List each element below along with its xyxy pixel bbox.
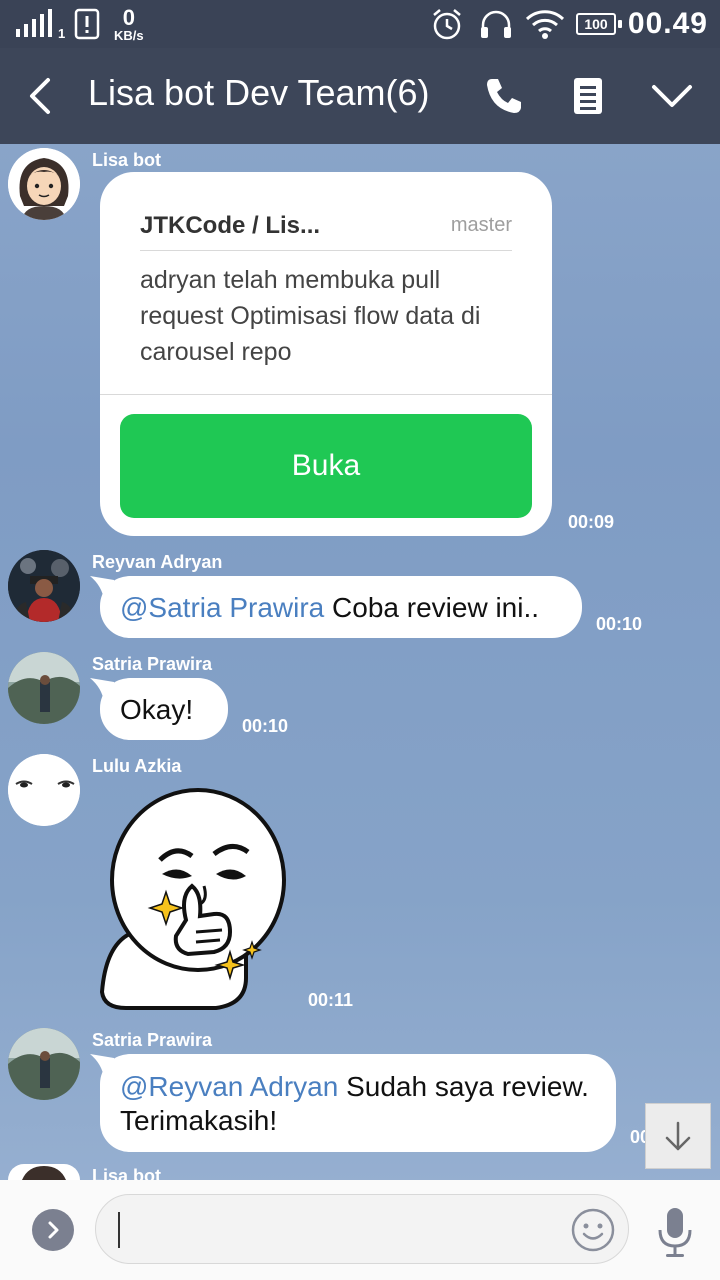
menu-dropdown-button[interactable] xyxy=(648,72,696,120)
message-text: Coba review ini.. xyxy=(324,592,540,623)
emoji-button[interactable] xyxy=(570,1207,616,1253)
message-time: 00:11 xyxy=(308,990,354,1010)
chat-title: Lisa bot Dev Team(6) xyxy=(88,72,430,113)
phone-icon xyxy=(487,79,521,113)
eyes-avatar-icon xyxy=(8,754,80,826)
chevron-left-icon xyxy=(30,78,50,114)
user-photo-icon xyxy=(8,652,80,724)
message-time: 00:10 xyxy=(242,716,289,736)
user-photo-icon xyxy=(8,550,80,622)
pull-request-card: JTKCode / Lis... master adryan telah mem… xyxy=(100,172,552,536)
avatar-lulu-azkia[interactable] xyxy=(8,754,80,826)
message-bubble[interactable]: Okay! xyxy=(100,678,228,740)
avatar-satria-prawira[interactable] xyxy=(8,1028,80,1100)
card-repo-name: JTKCode / Lis... xyxy=(140,212,321,239)
notification-alert-icon xyxy=(74,0,102,48)
message-input-bar xyxy=(0,1180,720,1280)
network-speed-unit: KB/s xyxy=(114,27,144,43)
voice-message-button[interactable] xyxy=(655,1204,695,1260)
sticker-icon xyxy=(99,788,286,1010)
sender-name: Reyvan Adryan xyxy=(92,552,223,572)
wifi-icon xyxy=(524,0,566,48)
headphones-icon xyxy=(478,0,514,48)
signal-icon: 1 xyxy=(14,0,65,48)
sender-name: Satria Prawira xyxy=(92,654,213,674)
thinking-face-sticker[interactable] xyxy=(96,782,296,1012)
signal-sim-number: 1 xyxy=(58,25,66,41)
text-cursor xyxy=(118,1212,120,1248)
sender-name: Lisa bot xyxy=(92,1166,162,1180)
battery-icon: 100 xyxy=(576,0,622,48)
call-button[interactable] xyxy=(480,72,528,120)
open-button[interactable]: Buka xyxy=(120,414,532,518)
scroll-to-bottom-button[interactable] xyxy=(645,1103,711,1169)
battery-level: 100 xyxy=(576,13,616,35)
sender-name: Lulu Azkia xyxy=(92,756,182,776)
chat-header: Lisa bot Dev Team(6) xyxy=(0,48,720,144)
sender-name: Satria Prawira xyxy=(92,1030,213,1050)
status-bar: 1 0 KB/s 100 00.49 xyxy=(0,0,720,48)
message-bubble[interactable]: @Reyvan Adryan Sudah saya review. Terima… xyxy=(100,1054,616,1152)
expand-toolbar-button[interactable] xyxy=(32,1209,74,1251)
network-speed-value: 0 xyxy=(122,4,135,30)
user-photo-icon xyxy=(8,1028,80,1100)
message-text: Okay! xyxy=(120,694,194,725)
card-message: adryan telah membuka pull request Optimi… xyxy=(140,266,481,366)
avatar-lisa-bot[interactable] xyxy=(8,1164,80,1180)
avatar-satria-prawira[interactable] xyxy=(8,652,80,724)
message-time: 00:09 xyxy=(568,512,615,532)
lisa-bot-avatar-icon xyxy=(22,1166,66,1180)
chevron-down-icon xyxy=(652,85,692,107)
card-branch-name: master xyxy=(450,214,512,236)
back-button[interactable] xyxy=(22,74,62,118)
network-speed: 0 KB/s xyxy=(114,4,144,44)
mention-link[interactable]: @Satria Prawira xyxy=(120,592,324,623)
alarm-icon xyxy=(430,0,464,48)
microphone-icon xyxy=(658,1208,692,1257)
chevron-right-icon xyxy=(48,1221,59,1239)
card-divider xyxy=(100,394,552,395)
avatar-lisa-bot[interactable] xyxy=(8,148,80,220)
mention-link[interactable]: @Reyvan Adryan xyxy=(120,1071,338,1102)
sender-name: Lisa bot xyxy=(92,150,162,170)
card-header: JTKCode / Lis... master xyxy=(140,212,512,251)
arrow-down-icon xyxy=(665,1121,691,1151)
message-time: 00:10 xyxy=(596,614,643,634)
status-time: 00.49 xyxy=(627,7,708,40)
document-icon xyxy=(574,78,602,114)
avatar-reyvan-adryan[interactable] xyxy=(8,550,80,622)
smiley-icon xyxy=(571,1208,615,1252)
lisa-bot-avatar-icon xyxy=(8,148,80,220)
notes-button[interactable] xyxy=(564,72,612,120)
message-bubble[interactable]: @Satria Prawira Coba review ini.. xyxy=(100,576,582,638)
message-input[interactable] xyxy=(95,1194,629,1264)
